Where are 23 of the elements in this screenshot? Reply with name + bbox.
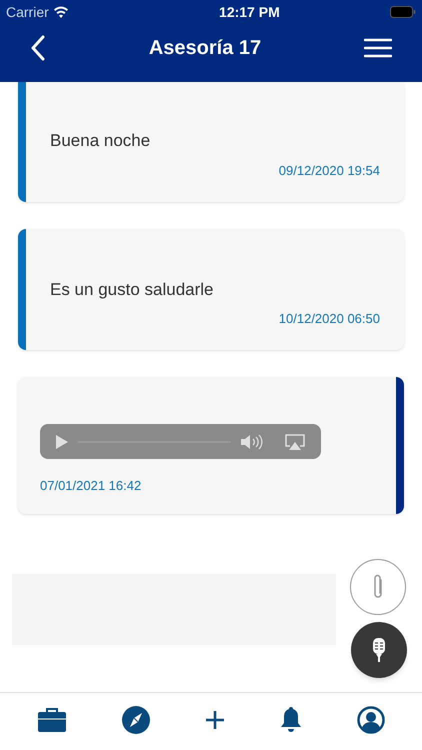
play-icon[interactable] (56, 434, 68, 448)
briefcase-icon[interactable] (37, 706, 68, 732)
audio-player[interactable] (40, 424, 321, 459)
screen-title: Asesoría 17 (148, 36, 262, 61)
carrier-label: Carrier (6, 2, 49, 22)
back-icon[interactable] (30, 35, 46, 61)
plus-icon[interactable] (204, 710, 225, 730)
menu-icon[interactable] (364, 38, 392, 58)
volume-icon[interactable] (241, 434, 265, 450)
battery-icon (390, 6, 416, 18)
wifi-icon (52, 6, 69, 18)
bell-icon[interactable] (280, 706, 302, 733)
message-text: Es un gusto saludarle (50, 279, 214, 301)
microphone-icon (371, 637, 387, 663)
airplay-icon[interactable] (285, 434, 305, 450)
message-timestamp: 09/12/2020 19:54 (278, 162, 380, 180)
profile-icon[interactable] (356, 706, 385, 734)
clock-label: 12:17 PM (219, 2, 280, 22)
message-text: Buena noche (50, 130, 152, 152)
message-timestamp: 07/01/2021 16:42 (40, 477, 142, 495)
record-button[interactable] (351, 622, 407, 678)
message-timestamp: 10/12/2020 06:50 (278, 310, 380, 328)
compass-icon[interactable] (122, 706, 150, 734)
